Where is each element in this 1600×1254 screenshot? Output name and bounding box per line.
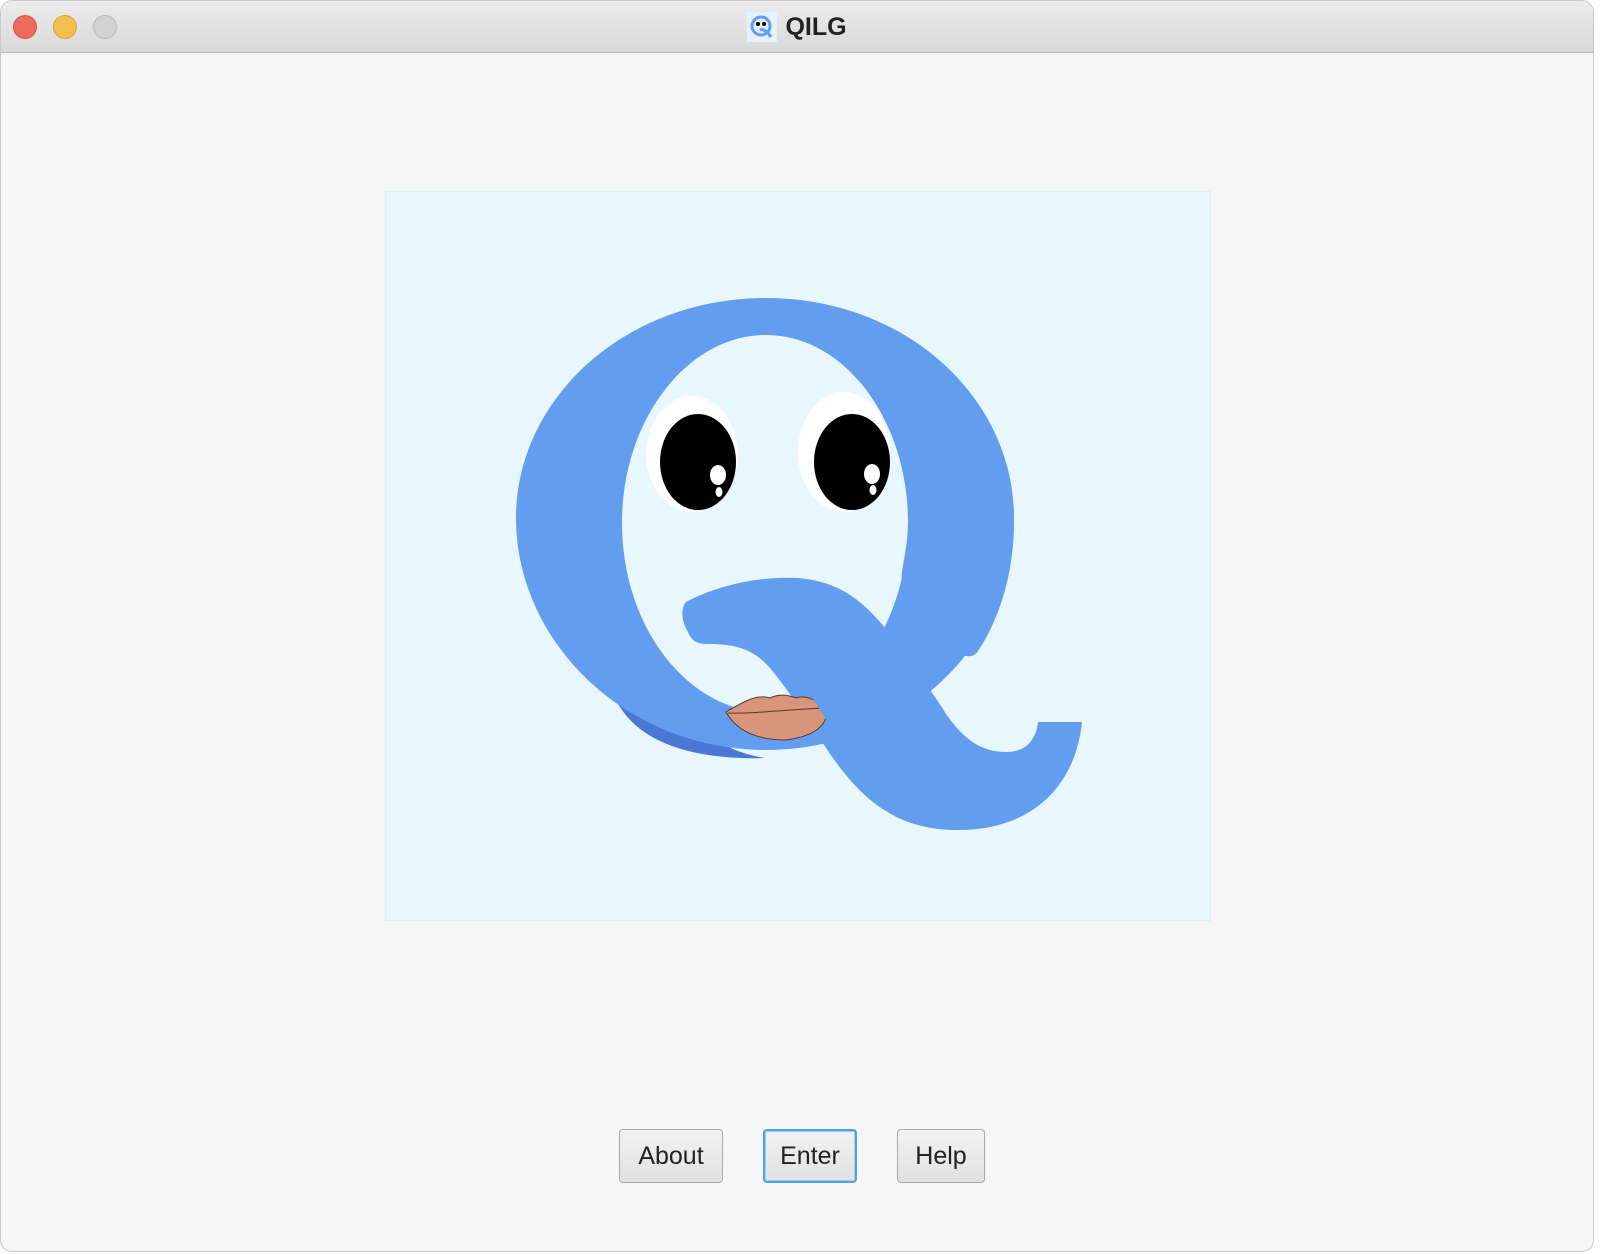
about-button[interactable]: About xyxy=(619,1129,723,1183)
right-eye-highlight xyxy=(864,464,880,484)
right-pupil xyxy=(814,414,890,510)
left-pupil xyxy=(660,414,736,510)
left-eye-highlight xyxy=(710,465,726,485)
qilg-app-icon xyxy=(747,12,778,42)
help-button[interactable]: Help xyxy=(897,1129,985,1183)
enter-button[interactable]: Enter xyxy=(763,1129,857,1183)
window-title-group: QILG xyxy=(1,1,1593,53)
main-window: QILG About Enter Help xyxy=(0,0,1594,1252)
window-title: QILG xyxy=(785,12,847,41)
title-bar[interactable]: QILG xyxy=(1,1,1593,53)
logo-panel xyxy=(385,191,1211,921)
qilg-q-face-logo xyxy=(516,298,1086,830)
